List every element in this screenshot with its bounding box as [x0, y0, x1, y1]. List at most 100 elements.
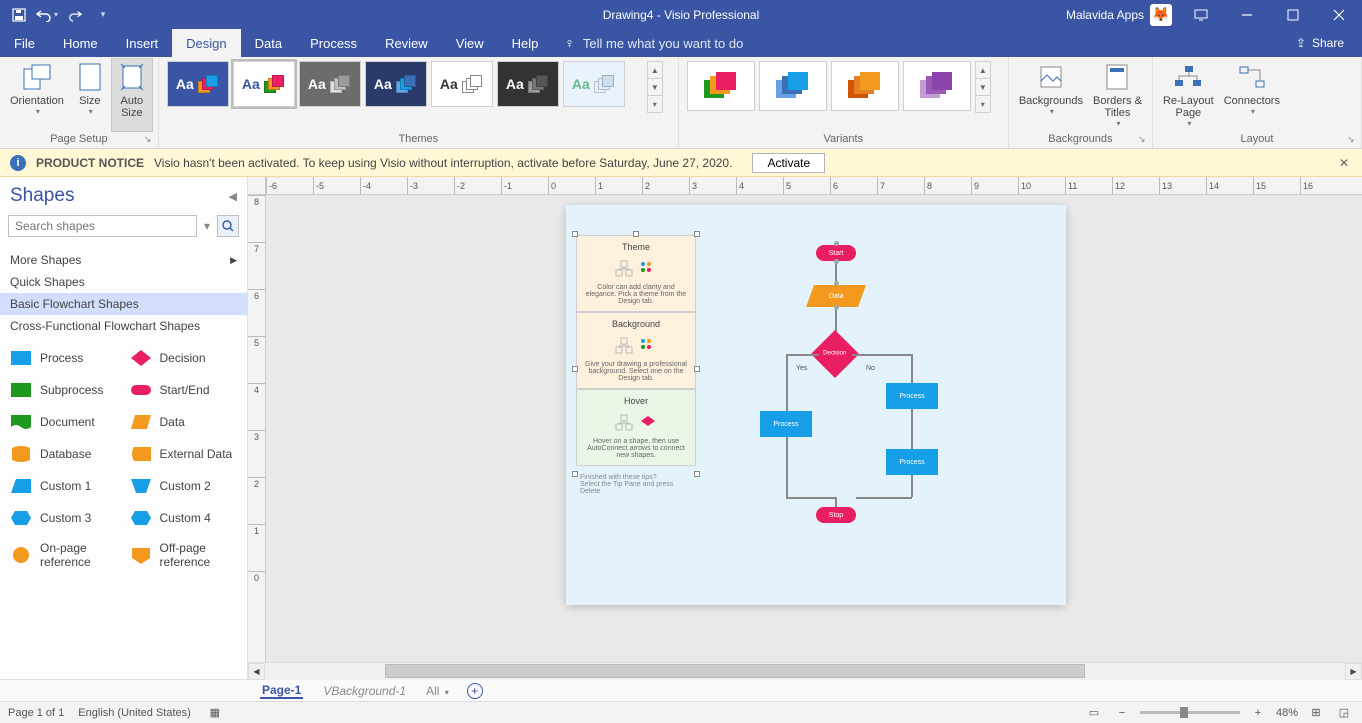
zoom-level[interactable]: 48%	[1276, 707, 1298, 719]
search-dropdown-icon[interactable]: ▾	[201, 215, 213, 237]
tip-card-theme[interactable]: Theme Color can add clarity and elegance…	[576, 235, 696, 312]
tip-card-background[interactable]: Background Give your drawing a professio…	[576, 312, 696, 389]
themes-more-icon[interactable]: ▾	[648, 96, 662, 112]
tip-card-hover[interactable]: Hover Hover on a shape, then use AutoCon…	[576, 389, 696, 466]
tell-me-input[interactable]	[583, 36, 783, 51]
stencil-quick-shapes[interactable]: Quick Shapes	[0, 271, 247, 293]
zoom-in-icon[interactable]: +	[1248, 704, 1268, 722]
shape-external-data[interactable]: External Data	[126, 441, 242, 467]
shape-custom-2[interactable]: Custom 2	[126, 473, 242, 499]
orientation-button[interactable]: Orientation▾	[6, 59, 68, 131]
maximize-icon[interactable]	[1270, 0, 1316, 29]
shape-off-page-reference[interactable]: Off-page reference	[126, 537, 242, 573]
pan-zoom-window-icon[interactable]: ◲	[1334, 704, 1354, 722]
page-tab-active[interactable]: Page-1	[260, 683, 303, 699]
shape-custom-3[interactable]: Custom 3	[6, 505, 122, 531]
search-shapes-input[interactable]	[8, 215, 197, 237]
tab-home[interactable]: Home	[49, 29, 112, 57]
macro-recording-icon[interactable]: ▦	[205, 704, 225, 722]
page-tab-background[interactable]: VBackground-1	[321, 684, 408, 698]
fit-page-icon[interactable]: ⊞	[1306, 704, 1326, 722]
variant-thumb-2[interactable]	[831, 61, 899, 111]
tab-file[interactable]: File	[0, 29, 49, 57]
language-indicator[interactable]: English (United States)	[78, 707, 191, 719]
tab-view[interactable]: View	[442, 29, 498, 57]
shape-process[interactable]: Process	[6, 345, 122, 371]
shape-custom-1[interactable]: Custom 1	[6, 473, 122, 499]
save-icon[interactable]	[6, 3, 32, 27]
stop-node[interactable]: Stop	[816, 507, 856, 523]
auto-size-button[interactable]: Auto Size	[112, 59, 152, 131]
theme-thumb-1[interactable]: Aa	[233, 61, 295, 107]
tab-data[interactable]: Data	[241, 29, 296, 57]
drawing-page[interactable]: Theme Color can add clarity and elegance…	[566, 205, 1066, 605]
ribbon-display-options-icon[interactable]	[1178, 0, 1224, 29]
redo-icon[interactable]	[62, 3, 88, 27]
share-button[interactable]: ⇪ Share	[1288, 29, 1352, 57]
horizontal-scrollbar[interactable]: ◀ ▶	[248, 662, 1362, 679]
presentation-mode-icon[interactable]: ▭	[1084, 704, 1104, 722]
process-node-no[interactable]: Process	[886, 383, 938, 409]
variants-scroll-down[interactable]: ▼	[976, 79, 990, 96]
relayout-page-button[interactable]: Re-Layout Page▾	[1159, 59, 1218, 131]
undo-icon[interactable]: ▾	[34, 3, 60, 27]
tab-design[interactable]: Design	[172, 29, 240, 57]
shape-database[interactable]: Database	[6, 441, 122, 467]
more-shapes-row[interactable]: More Shapes▶	[0, 249, 247, 271]
scroll-right-icon[interactable]: ▶	[1345, 663, 1362, 680]
connectors-button[interactable]: Connectors▾	[1220, 59, 1284, 131]
variant-thumb-1[interactable]	[759, 61, 827, 111]
zoom-slider[interactable]	[1140, 711, 1240, 714]
scroll-left-icon[interactable]: ◀	[248, 663, 265, 680]
qat-customize-icon[interactable]: ▾	[90, 3, 116, 27]
add-page-button[interactable]: +	[467, 683, 483, 699]
theme-thumb-4[interactable]: Aa	[431, 61, 493, 107]
page-setup-dialog-launcher[interactable]: ↘	[144, 134, 156, 146]
borders-titles-button[interactable]: Borders & Titles▾	[1089, 59, 1146, 131]
shape-start-end[interactable]: Start/End	[126, 377, 242, 403]
tab-review[interactable]: Review	[371, 29, 442, 57]
variants-more-icon[interactable]: ▾	[976, 96, 990, 112]
tab-process[interactable]: Process	[296, 29, 371, 57]
process-node-yes[interactable]: Process	[760, 411, 812, 437]
variant-thumb-0[interactable]	[687, 61, 755, 111]
page-tab-all[interactable]: All ▾	[426, 684, 449, 698]
tab-insert[interactable]: Insert	[112, 29, 173, 57]
process-node-3[interactable]: Process	[886, 449, 938, 475]
shape-decision[interactable]: Decision	[126, 345, 242, 371]
stencil-cross-functional-flowchart-shapes[interactable]: Cross-Functional Flowchart Shapes	[0, 315, 247, 337]
variants-scroll-up[interactable]: ▲	[976, 62, 990, 79]
zoom-out-icon[interactable]: −	[1112, 704, 1132, 722]
variant-thumb-3[interactable]	[903, 61, 971, 111]
shape-custom-4[interactable]: Custom 4	[126, 505, 242, 531]
layout-dialog-launcher[interactable]: ↘	[1347, 134, 1359, 146]
stencil-basic-flowchart-shapes[interactable]: Basic Flowchart Shapes	[0, 293, 247, 315]
activate-button[interactable]: Activate	[752, 153, 825, 173]
search-icon[interactable]	[217, 215, 239, 237]
drawing-viewport[interactable]: Theme Color can add clarity and elegance…	[266, 195, 1362, 662]
user-name[interactable]: Malavida Apps	[1066, 8, 1144, 22]
shape-data[interactable]: Data	[126, 409, 242, 435]
page-indicator[interactable]: Page 1 of 1	[8, 707, 64, 719]
backgrounds-dialog-launcher[interactable]: ↘	[1138, 134, 1150, 146]
theme-thumb-0[interactable]: Aa	[167, 61, 229, 107]
tips-pane[interactable]: Theme Color can add clarity and elegance…	[576, 235, 696, 497]
theme-thumb-6[interactable]: Aa	[563, 61, 625, 107]
notice-close-icon[interactable]: ✕	[1336, 156, 1352, 170]
backgrounds-button[interactable]: Backgrounds▾	[1015, 59, 1087, 131]
minimize-icon[interactable]	[1224, 0, 1270, 29]
theme-thumb-5[interactable]: Aa	[497, 61, 559, 107]
shape-document[interactable]: Document	[6, 409, 122, 435]
data-node[interactable]: Data	[806, 285, 866, 307]
size-button[interactable]: Size▾	[70, 59, 110, 131]
shape-subprocess[interactable]: Subprocess	[6, 377, 122, 403]
user-avatar-icon[interactable]: 🦊	[1150, 4, 1172, 26]
collapse-shapes-icon[interactable]: ◀	[229, 190, 237, 203]
tab-help[interactable]: Help	[498, 29, 553, 57]
theme-thumb-3[interactable]: Aa	[365, 61, 427, 107]
themes-scroll-down[interactable]: ▼	[648, 79, 662, 96]
shape-on-page-reference[interactable]: On-page reference	[6, 537, 122, 573]
themes-scroll-up[interactable]: ▲	[648, 62, 662, 79]
close-icon[interactable]	[1316, 0, 1362, 29]
theme-thumb-2[interactable]: Aa	[299, 61, 361, 107]
